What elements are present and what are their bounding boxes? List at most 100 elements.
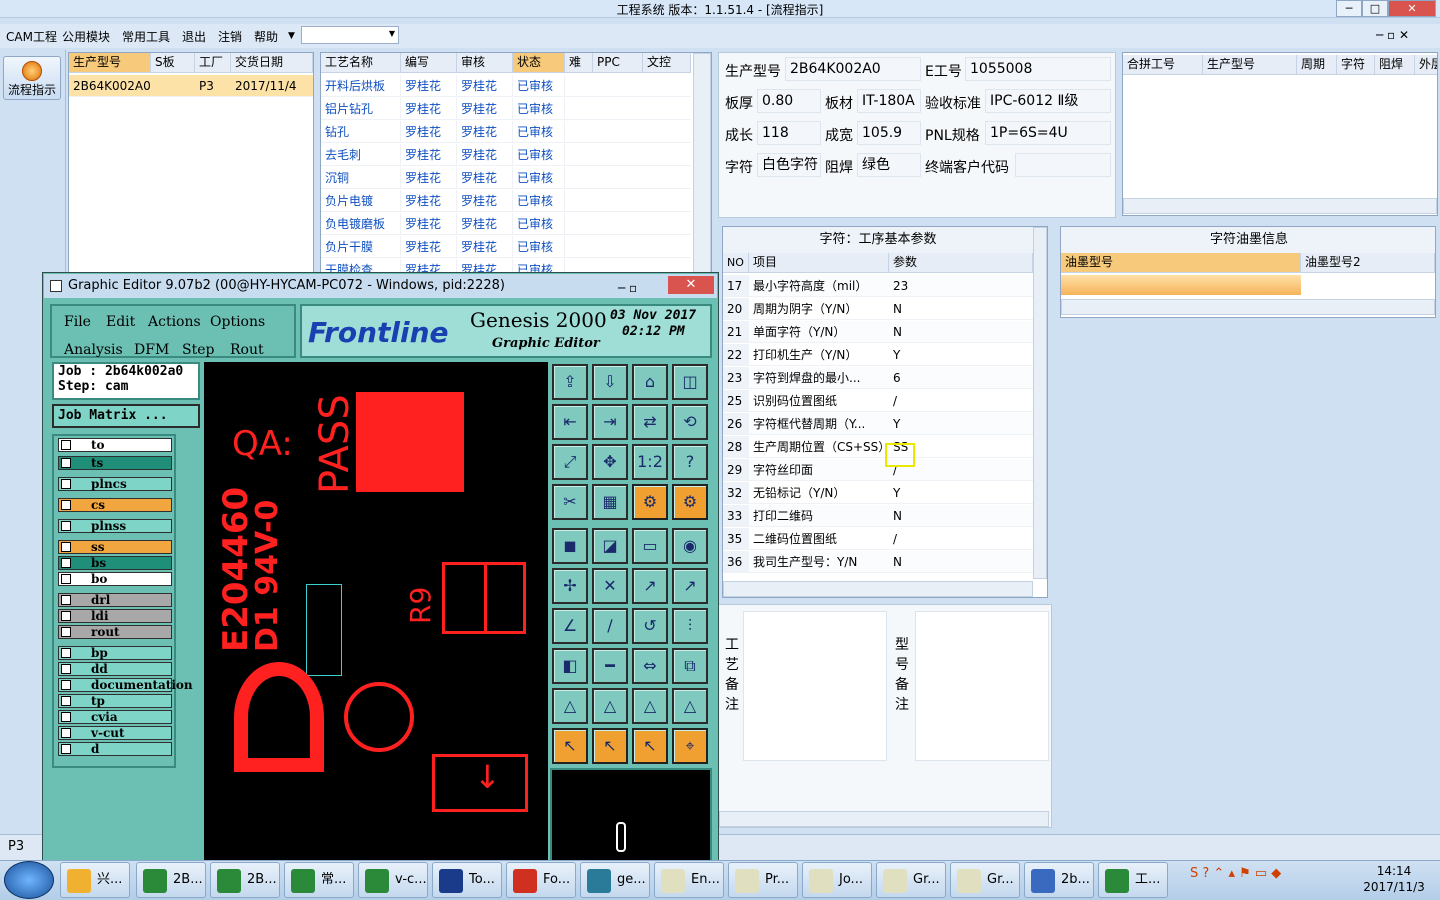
tool-23-icon[interactable]: ↗ bbox=[672, 568, 708, 604]
field-cust[interactable] bbox=[1015, 153, 1111, 177]
tool-12-icon[interactable]: ✂ bbox=[552, 484, 588, 520]
col-combine-model[interactable]: 生产型号 bbox=[1203, 55, 1297, 75]
field-wid[interactable]: 105.9 bbox=[857, 121, 921, 145]
layer-checkbox[interactable] bbox=[61, 744, 71, 754]
start-button[interactable] bbox=[4, 861, 54, 899]
col-delivery[interactable]: 交货日期 bbox=[231, 53, 313, 73]
tool-22-icon[interactable]: ↗ bbox=[632, 568, 668, 604]
layer-row[interactable]: cs bbox=[58, 498, 172, 512]
col-difficulty[interactable]: 难 bbox=[565, 53, 593, 73]
tool-25-icon[interactable]: ∕ bbox=[592, 608, 628, 644]
close-button[interactable]: ✕ bbox=[1388, 0, 1436, 17]
col-ink-model2[interactable]: 油墨型号2 bbox=[1301, 253, 1435, 273]
field-pnl[interactable]: 1P=6S=4U bbox=[985, 121, 1111, 145]
taskbar-item[interactable]: v-c... bbox=[358, 862, 428, 898]
ge-menu-step[interactable]: Step bbox=[182, 342, 214, 358]
col-param[interactable]: 参数 bbox=[889, 253, 1033, 273]
params-hscrollbar[interactable] bbox=[723, 581, 1033, 597]
tray-icons[interactable]: S ? ⌃ ▴ ⚑ ▭ ◆ bbox=[1190, 866, 1281, 881]
tool-11-icon[interactable]: ? bbox=[672, 444, 708, 480]
ge-canvas[interactable]: QA: PASS E204460 D1 94V-0 R9 ↓ bbox=[204, 362, 548, 862]
tray-clock[interactable]: 14:14 2017/11/3 bbox=[1356, 863, 1432, 895]
taskbar-item[interactable]: 2B... bbox=[136, 862, 206, 898]
combine-hscrollbar[interactable] bbox=[1123, 198, 1437, 214]
field-eno[interactable]: 1055008 bbox=[965, 57, 1111, 81]
tool-27-icon[interactable]: ⫶ bbox=[672, 608, 708, 644]
layer-row[interactable]: ss bbox=[58, 540, 172, 554]
tool-5-icon[interactable]: ⇥ bbox=[592, 404, 628, 440]
tool-38-icon[interactable]: ↖ bbox=[632, 728, 668, 764]
tool-37-icon[interactable]: ↖ bbox=[592, 728, 628, 764]
process-scrollbar[interactable] bbox=[693, 53, 711, 275]
field-material[interactable]: IT-180A bbox=[857, 89, 921, 113]
taskbar-item[interactable]: Gr... bbox=[876, 862, 946, 898]
tool-17-icon[interactable]: ◪ bbox=[592, 528, 628, 564]
flow-indicator-button[interactable]: 流程指示 bbox=[3, 56, 61, 100]
col-combine-mask[interactable]: 阻焊 bbox=[1375, 55, 1415, 75]
menu-cam[interactable]: CAM工程 bbox=[6, 28, 57, 45]
menu-common-module[interactable]: 公用模块 bbox=[62, 28, 110, 45]
taskbar-item[interactable]: 2b... bbox=[1024, 862, 1094, 898]
tool-20-icon[interactable]: ✢ bbox=[552, 568, 588, 604]
layer-checkbox[interactable] bbox=[61, 479, 71, 489]
field-char[interactable]: 白色字符 bbox=[757, 153, 821, 177]
layer-checkbox[interactable] bbox=[61, 627, 71, 637]
col-no[interactable]: NO bbox=[723, 253, 749, 273]
ink-hscrollbar[interactable] bbox=[1061, 299, 1435, 315]
col-combine-char[interactable]: 字符 bbox=[1337, 55, 1375, 75]
tool-0-icon[interactable]: ⇪ bbox=[552, 364, 588, 400]
ge-menu-dfm[interactable]: DFM bbox=[134, 342, 169, 358]
taskbar-item[interactable]: 2B... bbox=[210, 862, 280, 898]
tool-3-icon[interactable]: ◫ bbox=[672, 364, 708, 400]
layer-checkbox[interactable] bbox=[61, 458, 71, 468]
tool-2-icon[interactable]: ⌂ bbox=[632, 364, 668, 400]
field-mask[interactable]: 绿色 bbox=[857, 153, 921, 177]
layer-row[interactable]: tp bbox=[58, 694, 172, 708]
maximize-button[interactable]: □ bbox=[1362, 0, 1388, 17]
col-model[interactable]: 生产型号 bbox=[69, 53, 151, 73]
layer-row[interactable]: dd bbox=[58, 662, 172, 676]
taskbar-item[interactable]: To... bbox=[432, 862, 502, 898]
notes-hscrollbar[interactable] bbox=[719, 811, 1049, 827]
toolbar-combo[interactable]: ▼ bbox=[301, 26, 399, 44]
col-item[interactable]: 项目 bbox=[749, 253, 889, 273]
ge-menu-analysis[interactable]: Analysis bbox=[64, 342, 123, 358]
col-combine-no[interactable]: 合拼工号 bbox=[1123, 55, 1203, 75]
taskbar-item[interactable]: En... bbox=[654, 862, 724, 898]
layer-row[interactable]: ldi bbox=[58, 609, 172, 623]
menu-dropdown-icon[interactable]: ▼ bbox=[288, 31, 295, 41]
tool-4-icon[interactable]: ⇤ bbox=[552, 404, 588, 440]
col-writer[interactable]: 编写 bbox=[401, 53, 457, 73]
layer-checkbox[interactable] bbox=[61, 542, 71, 552]
taskbar-item[interactable]: Pr... bbox=[728, 862, 798, 898]
col-combine-cycle[interactable]: 周期 bbox=[1297, 55, 1337, 75]
params-vscrollbar[interactable] bbox=[1033, 227, 1047, 579]
menu-logout[interactable]: 注销 bbox=[218, 28, 242, 45]
tool-26-icon[interactable]: ↺ bbox=[632, 608, 668, 644]
layer-row[interactable]: plncs bbox=[58, 477, 172, 491]
model-note-field[interactable] bbox=[915, 611, 1049, 761]
tool-21-icon[interactable]: ✕ bbox=[592, 568, 628, 604]
tool-19-icon[interactable]: ◉ bbox=[672, 528, 708, 564]
tool-14-icon[interactable]: ⚙ bbox=[632, 484, 668, 520]
ge-menu-actions[interactable]: Actions bbox=[148, 314, 201, 330]
menu-help[interactable]: 帮助 bbox=[254, 28, 278, 45]
col-ink-model[interactable]: 油墨型号 bbox=[1061, 253, 1301, 273]
col-s-board[interactable]: S板 bbox=[151, 53, 195, 73]
tool-39-icon[interactable]: ⌖ bbox=[672, 728, 708, 764]
tool-24-icon[interactable]: ∠ bbox=[552, 608, 588, 644]
col-factory[interactable]: 工厂 bbox=[195, 53, 231, 73]
tool-7-icon[interactable]: ⟲ bbox=[672, 404, 708, 440]
taskbar-item[interactable]: Jo... bbox=[802, 862, 872, 898]
tool-1-icon[interactable]: ⇩ bbox=[592, 364, 628, 400]
minimize-button[interactable]: ─ bbox=[1336, 0, 1362, 17]
field-model[interactable]: 2B64K002A0 bbox=[785, 57, 921, 81]
ge-menu-file[interactable]: File bbox=[64, 314, 91, 330]
ge-close-button[interactable]: ✕ bbox=[668, 276, 714, 294]
taskbar-item[interactable]: ge... bbox=[580, 862, 650, 898]
selected-cell-highlight[interactable] bbox=[885, 443, 915, 467]
taskbar-item[interactable]: Fo... bbox=[506, 862, 576, 898]
tool-30-icon[interactable]: ⇔ bbox=[632, 648, 668, 684]
ink-row[interactable] bbox=[1061, 275, 1301, 295]
tool-6-icon[interactable]: ⇄ bbox=[632, 404, 668, 440]
